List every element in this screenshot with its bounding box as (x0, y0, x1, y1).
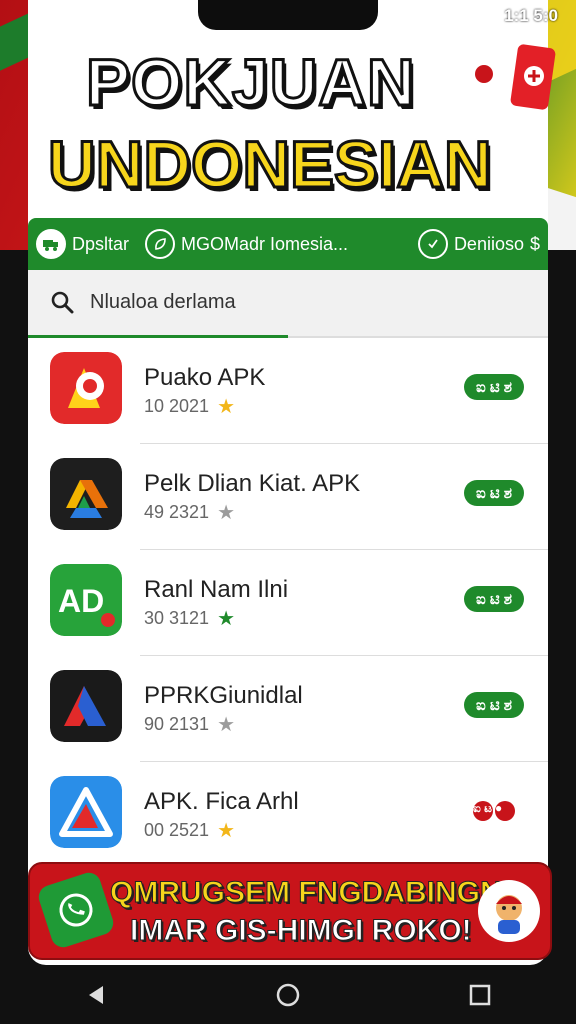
list-item[interactable]: PPRKGiunidlal 90 2131 ★ ಐ ಟಿ ಶ (28, 656, 548, 762)
status-time: 1:1 5:0 (504, 6, 558, 25)
banner-title: POKJUAN (85, 44, 417, 121)
filter-chip-middle[interactable]: MGOMadr Iomesia... (137, 229, 410, 259)
play-icon (50, 352, 122, 424)
home-circle-icon (276, 983, 300, 1006)
search-icon (51, 291, 74, 314)
app-meta-text: 30 3121 (144, 608, 210, 628)
filter-chip-right[interactable]: Deniioso $ (410, 229, 548, 259)
list-item[interactable]: AD Ranl Nam Ilni 30 3121 ★ ಐ ಟಿ ಶ (28, 550, 548, 656)
ad-logo-icon: AD (50, 564, 122, 636)
app-icon (50, 670, 122, 742)
back-arrow-svg (41, 52, 66, 74)
recents-square-icon (469, 984, 491, 1005)
search-bar[interactable]: Nlualoa derlama (28, 270, 548, 338)
status-icons: 1:1 5:0 (450, 6, 558, 26)
star-icon: ★ (217, 607, 236, 630)
app-meta: 49 2321 ★ (144, 502, 235, 523)
action-dot-icon: ● (495, 801, 515, 821)
app-meta: 10 2021 ★ (144, 396, 235, 417)
filter-chip-right-suffix: $ (529, 233, 540, 254)
install-button[interactable]: ಐ ಟಿ ಶ (464, 692, 524, 718)
filter-chip-middle-label: MGOMadr Iomesia... (181, 233, 349, 254)
nav-back-button[interactable] (76, 975, 116, 1015)
filter-bar: Dpsltar MGOMadr Iomesia... Deniioso $ (28, 218, 548, 270)
search-input[interactable]: Nlualoa derlama (90, 291, 236, 314)
app-meta-text: 00 2521 (144, 820, 210, 840)
app-meta-text: 49 2321 (144, 502, 210, 522)
shield-icon (479, 7, 496, 25)
svg-text:AD: AD (58, 583, 104, 619)
check-icon (417, 229, 448, 259)
install-button[interactable]: ಐ ಟಿ ಶ (464, 480, 524, 506)
triangle-logo-icon (50, 776, 122, 848)
install-button[interactable]: ಐ ಟ ● (464, 798, 524, 824)
filter-chip-left[interactable]: Dpsltar (28, 229, 137, 259)
promo-banner[interactable]: QMRUGSEM FNGDABINGN IMAR GIS-HIMGI ROKO! (28, 862, 552, 960)
app-name: Puako APK (144, 364, 266, 391)
system-nav-bar (0, 965, 576, 1024)
app-meta-text: 10 2021 (144, 396, 210, 416)
nav-recents-button[interactable] (460, 975, 500, 1015)
app-name: PPRKGiunidlal (144, 682, 303, 709)
phone-chat-icon (35, 869, 117, 951)
wifi-icon (451, 9, 470, 23)
mascot-icon (496, 895, 522, 934)
app-meta: 00 2521 ★ (144, 820, 235, 841)
leaf-icon (145, 229, 176, 259)
star-icon: ★ (217, 713, 236, 736)
phone-frame: POKJUAN UNDONESIAN 1:1 5:0 Dpsltar MGOMa… (0, 0, 576, 1024)
banner-subtitle: UNDONESIAN (47, 126, 494, 203)
app-name: Ranl Nam Ilni (144, 576, 289, 603)
app-icon (50, 458, 122, 530)
app-list: Puako APK 10 2021 ★ ಐ ಟಿ ಶ Pelk Dlian Ki… (28, 338, 548, 868)
drive-icon (50, 458, 122, 530)
app-icon: AD (50, 564, 122, 636)
app-icon (50, 352, 122, 424)
truck-icon (36, 229, 66, 259)
back-arrow-icon[interactable] (36, 48, 70, 82)
mascot-avatar (478, 880, 540, 942)
app-icon (50, 776, 122, 848)
nav-home-button[interactable] (268, 975, 308, 1015)
promo-subline: IMAR GIS-HIMGI ROKO! (130, 914, 473, 948)
list-item[interactable]: Puako APK 10 2021 ★ ಐ ಟಿ ಶ (28, 338, 548, 444)
star-icon: ★ (217, 819, 236, 842)
app-meta: 30 3121 ★ (144, 608, 235, 629)
list-item[interactable]: Pelk Dlian Kiat. APK 49 2321 ★ ಐ ಟಿ ಶ (28, 444, 548, 550)
arrow-logo-icon (50, 670, 122, 742)
install-button[interactable]: ಐ ಟಿ ಶ (464, 374, 524, 400)
action-badge: ಐ ಟ (473, 801, 493, 821)
banner-decoration-icon (462, 44, 556, 111)
filter-chip-left-label: Dpsltar (72, 233, 130, 254)
back-triangle-icon (89, 985, 103, 1004)
status-bar: 1:1 5:0 (0, 0, 576, 34)
filter-chip-right-label: Deniioso (453, 233, 524, 254)
list-item[interactable]: APK. Fica Arhl 00 2521 ★ ಐ ಟ ● (28, 762, 548, 868)
star-icon: ★ (217, 501, 236, 524)
app-meta: 90 2131 ★ (144, 714, 235, 735)
promo-headline: QMRUGSEM FNGDABINGN (110, 876, 503, 910)
app-meta-text: 90 2131 (144, 714, 210, 734)
camera-notch (198, 0, 378, 30)
star-icon: ★ (217, 395, 236, 418)
app-name: Pelk Dlian Kiat. APK (144, 470, 361, 497)
install-button[interactable]: ಐ ಟಿ ಶ (464, 586, 524, 612)
app-name: APK. Fica Arhl (144, 788, 299, 815)
